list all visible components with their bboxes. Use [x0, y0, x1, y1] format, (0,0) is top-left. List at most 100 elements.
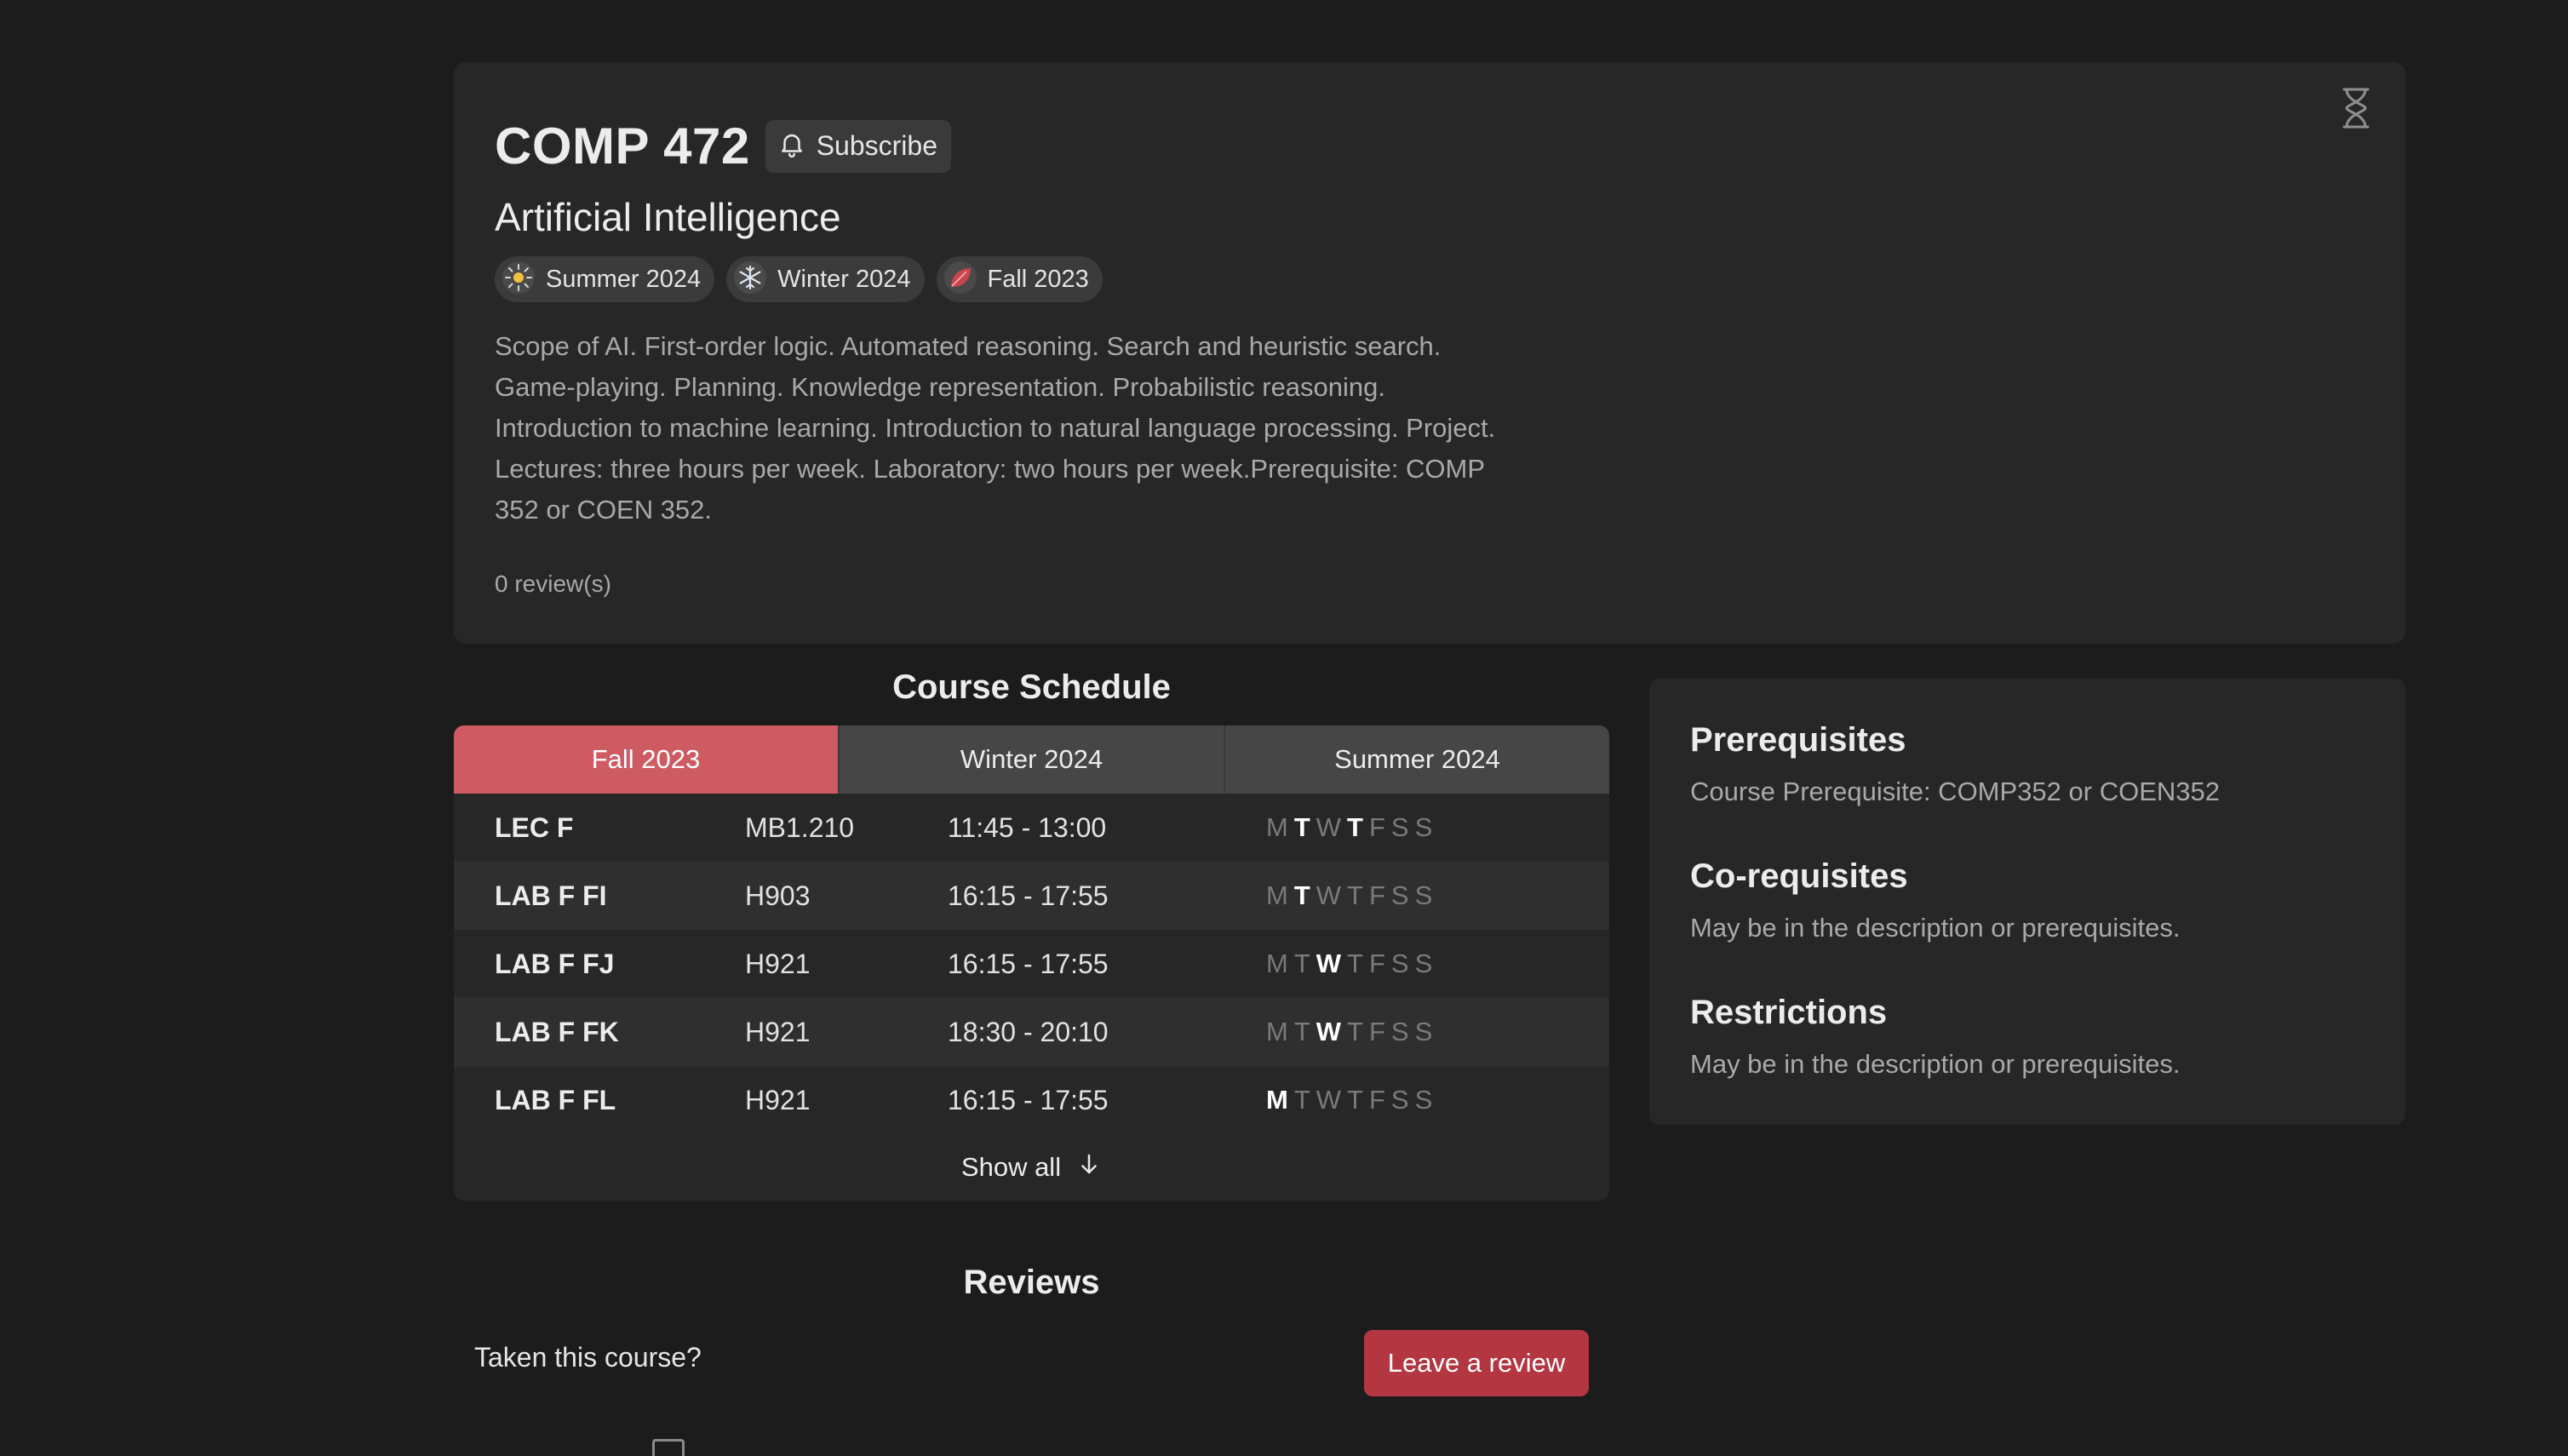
weekday-letter: W — [1316, 949, 1342, 978]
weekday-letter: W — [1316, 812, 1342, 842]
term-tabs: Fall 2023 Winter 2024 Summer 2024 — [454, 725, 1609, 794]
weekday-letter: S — [1390, 1085, 1409, 1115]
show-all-label: Show all — [960, 1152, 1062, 1182]
weekday-letter: S — [1414, 1017, 1433, 1046]
leaf-icon — [943, 261, 977, 299]
prerequisites-heading: Prerequisites — [1690, 721, 1906, 759]
weekday-letter: T — [1347, 812, 1363, 842]
weekday-letter: T — [1347, 880, 1363, 910]
course-title: Artificial Intelligence — [495, 195, 841, 239]
term-pill-fall: Fall 2023 — [936, 256, 1103, 302]
section-code: LAB F FK — [495, 1016, 619, 1047]
weekdays: MTWTFSS — [1266, 949, 1432, 979]
prerequisites-section: Prerequisites Course Prerequisite: COMP3… — [1690, 721, 2220, 807]
schedule-rows: LEC F MB1.210 11:45 - 13:00 MTWTFSS LAB … — [454, 794, 1609, 1134]
weekday-letter: S — [1414, 812, 1433, 842]
course-info-card: COMP 472 Subscribe Artificial Intelligen… — [454, 62, 2405, 644]
leave-review-button[interactable]: Leave a review — [1364, 1330, 1589, 1396]
room: H903 — [745, 880, 811, 911]
weekday-letter: F — [1368, 812, 1385, 842]
snowflake-icon — [733, 261, 767, 299]
weekday-letter: S — [1390, 812, 1409, 842]
course-header: COMP 472 Subscribe — [495, 117, 951, 175]
time: 18:30 - 20:10 — [948, 1016, 1109, 1047]
weekday-letter: M — [1266, 949, 1288, 978]
room: MB1.210 — [745, 811, 855, 843]
table-row: LAB F FK H921 18:30 - 20:10 MTWTFSS — [454, 998, 1609, 1066]
weekday-letter: S — [1390, 880, 1409, 910]
weekday-letter: S — [1414, 949, 1433, 978]
weekday-letter: F — [1368, 1017, 1385, 1046]
arrow-down-icon — [1076, 1150, 1102, 1184]
show-all-button[interactable]: Show all — [454, 1134, 1609, 1201]
term-pill-summer: Summer 2024 — [495, 256, 715, 302]
weekday-letter: T — [1293, 1085, 1310, 1115]
room: H921 — [745, 1016, 811, 1047]
room: H921 — [745, 948, 811, 979]
weekday-letter: T — [1347, 1085, 1363, 1115]
time: 16:15 - 17:55 — [948, 948, 1109, 979]
tab-fall-2023[interactable]: Fall 2023 — [454, 725, 840, 794]
schedule-table: Fall 2023 Winter 2024 Summer 2024 LEC F … — [454, 725, 1609, 1201]
restrictions-text: May be in the description or prerequisit… — [1690, 1049, 2181, 1079]
section-code: LAB F FI — [495, 880, 607, 911]
weekday-letter: T — [1293, 812, 1310, 842]
weekday-letter: W — [1316, 1085, 1342, 1115]
weekday-letter: T — [1293, 949, 1310, 978]
table-row: LAB F FI H903 16:15 - 17:55 MTWTFSS — [454, 862, 1609, 930]
weekday-letter: T — [1347, 949, 1363, 978]
time: 11:45 - 13:00 — [948, 811, 1107, 843]
course-description: Scope of AI. First-order logic. Automate… — [495, 331, 1496, 525]
course-code: COMP 472 — [495, 118, 750, 175]
tab-winter-2024[interactable]: Winter 2024 — [840, 725, 1225, 794]
tab-summer-2024[interactable]: Summer 2024 — [1225, 725, 1609, 794]
weekday-letter: S — [1390, 1017, 1409, 1046]
weekday-letter: M — [1266, 812, 1288, 842]
term-label: Fall 2023 — [987, 265, 1089, 293]
subscribe-button[interactable]: Subscribe — [765, 119, 951, 173]
weekday-letter: F — [1368, 880, 1385, 910]
schedule-title: Course Schedule — [892, 668, 1171, 706]
bell-icon — [777, 129, 806, 163]
hourglass-icon[interactable] — [2339, 86, 2373, 135]
review-prompt: Taken this course? — [474, 1342, 702, 1373]
weekday-letter: W — [1316, 1017, 1342, 1046]
term-list: Summer 2024 Winter 2024 Fall 2023 — [495, 256, 1103, 302]
weekday-letter: W — [1316, 880, 1342, 910]
room: H921 — [745, 1084, 811, 1115]
weekday-letter: S — [1414, 880, 1433, 910]
weekday-letter: S — [1390, 949, 1409, 978]
weekday-letter: T — [1293, 880, 1310, 910]
section-code: LAB F FL — [495, 1084, 616, 1115]
time: 16:15 - 17:55 — [948, 1084, 1109, 1115]
weekdays: MTWTFSS — [1266, 812, 1432, 843]
reviews-title: Reviews — [963, 1264, 1100, 1301]
weekdays: MTWTFSS — [1266, 1017, 1432, 1047]
weekday-letter: F — [1368, 949, 1385, 978]
weekday-letter: S — [1414, 1085, 1433, 1115]
table-row: LAB F FJ H921 16:15 - 17:55 MTWTFSS — [454, 930, 1609, 998]
corequisites-heading: Co-requisites — [1690, 857, 1908, 895]
section-code: LAB F FJ — [495, 948, 615, 979]
term-label: Summer 2024 — [546, 265, 702, 293]
time: 16:15 - 17:55 — [948, 880, 1109, 911]
prerequisites-text: Course Prerequisite: COMP352 or COEN352 — [1690, 777, 2220, 806]
sun-icon — [502, 261, 536, 299]
review-count: 0 review(s) — [495, 570, 611, 597]
section-code: LEC F — [495, 811, 574, 843]
weekday-letter: M — [1266, 880, 1288, 910]
weekdays: MTWTFSS — [1266, 1085, 1432, 1115]
requirements-card: Prerequisites Course Prerequisite: COMP3… — [1649, 679, 2405, 1125]
table-row: LAB F FL H921 16:15 - 17:55 MTWTFSS — [454, 1066, 1609, 1134]
restrictions-heading: Restrictions — [1690, 994, 1888, 1031]
corequisites-text: May be in the description or prerequisit… — [1690, 913, 2181, 943]
weekday-letter: M — [1266, 1017, 1288, 1046]
table-row: LEC F MB1.210 11:45 - 13:00 MTWTFSS — [454, 794, 1609, 862]
weekday-letter: T — [1347, 1017, 1363, 1046]
review-icon — [652, 1439, 685, 1456]
weekday-letter: M — [1266, 1085, 1288, 1115]
weekday-letter: F — [1368, 1085, 1385, 1115]
corequisites-section: Co-requisites May be in the description … — [1690, 857, 2181, 943]
term-label: Winter 2024 — [777, 265, 911, 293]
subscribe-label: Subscribe — [816, 130, 937, 161]
